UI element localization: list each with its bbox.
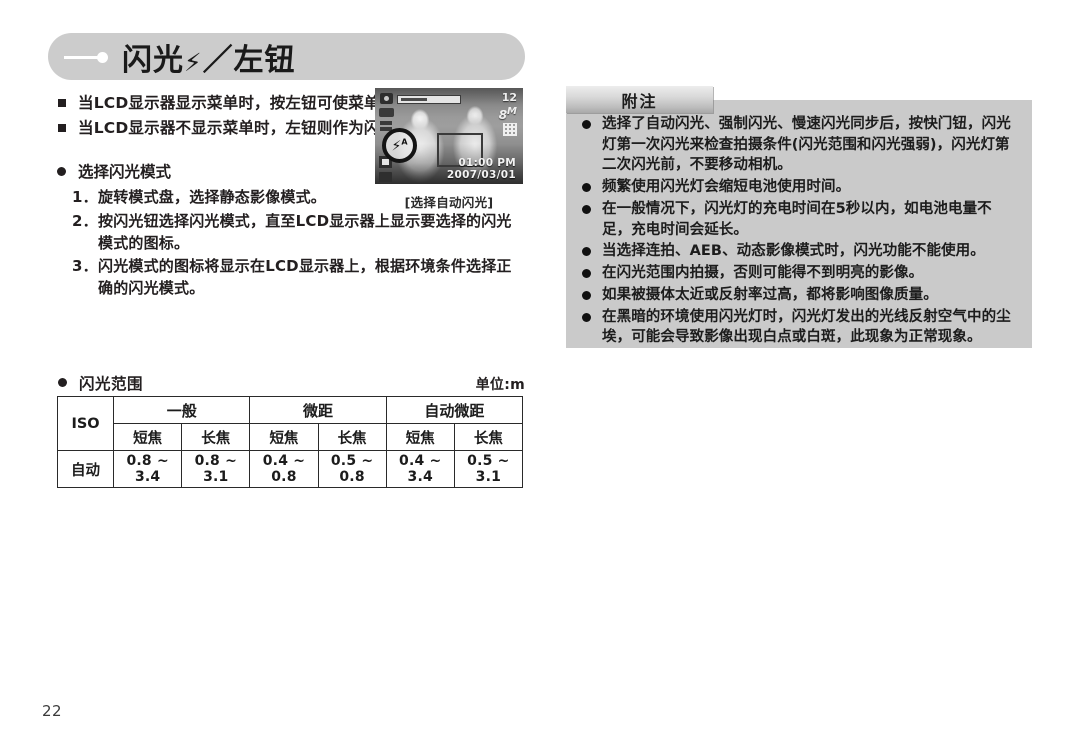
round-bullet-icon: [582, 269, 591, 279]
page-title-suffix: ／左钮: [202, 42, 296, 78]
table-cell-value: 0.5 ~ 0.8: [317, 450, 387, 488]
list-item: 在闪光范围内拍摄，否则可能得不到明亮的影像。: [578, 263, 1020, 284]
table-header-group: 自动微距: [385, 396, 524, 424]
square-bullet-icon: [58, 99, 66, 107]
table-header-iso: ISO: [56, 396, 115, 451]
battery-icon: [379, 108, 394, 117]
camera-mode-icon: [380, 93, 393, 104]
page-title: 闪光⚡／左钮: [122, 35, 296, 79]
auto-flash-icon: ⚡A: [391, 137, 408, 154]
section-heading-text: 选择闪光模式: [78, 163, 172, 181]
table-subheader: 短焦: [385, 423, 455, 451]
notes-tab-label: 附注: [621, 91, 658, 111]
header-lead-dot: [97, 51, 108, 63]
flash-range-heading-text: 闪光范围: [79, 375, 144, 393]
round-bullet-icon: [582, 312, 591, 322]
page-number: 22: [42, 702, 63, 720]
menu-lines-icon: [380, 121, 392, 125]
table-cell-value: 0.5 ~ 3.1: [453, 450, 524, 488]
round-bullet-icon: [582, 204, 591, 214]
step-number: 3．: [72, 257, 98, 276]
drive-mode-icon: [379, 172, 392, 182]
auto-flash-letter: A: [401, 137, 408, 147]
round-bullet-icon: [582, 120, 591, 129]
table-cell-value: 0.8 ~ 3.4: [113, 450, 183, 488]
list-item: 在一般情况下，闪光灯的充电时间在5秒以内，如电池电量不足，充电时间会延长。: [578, 199, 1020, 240]
lcd-screen-preview: 12 8M 01:00 PM 2007/03/01 ⚡A: [375, 88, 523, 184]
zoom-bar-icon: [397, 95, 461, 104]
round-bullet-icon: [58, 378, 67, 387]
table-subheader: 短焦: [113, 423, 183, 451]
table-subheader-row: 短焦 长焦 短焦 长焦 短焦 长焦: [58, 423, 524, 451]
step-text: 旋转模式盘，选择静态影像模式。: [98, 188, 327, 206]
table-cell-iso: 自动: [56, 450, 115, 488]
notes-panel: 选择了自动闪光、强制闪光、慢速闪光同步后，按快门钮，闪光灯第一次闪光来检查拍摄条…: [566, 100, 1032, 348]
list-item: 频繁使用闪光灯会缩短电池使用时间。: [578, 177, 1020, 198]
table-cell-value: 0.8 ~ 3.1: [181, 450, 251, 488]
note-text: 如果被摄体太近或反射率过高，都将影响图像质量。: [602, 286, 938, 303]
table-subheader: 长焦: [181, 423, 251, 451]
table-row: 自动 0.8 ~ 3.4 0.8 ~ 3.1 0.4 ~ 0.8 0.5 ~ 0…: [56, 450, 524, 488]
lcd-time-stamp: 01:00 PM: [458, 157, 516, 169]
note-text: 在黑暗的环境使用闪光灯时，闪光灯发出的光线反射空气中的尘埃，可能会导致影像出现白…: [602, 308, 1011, 346]
step-text: 按闪光钮选择闪光模式，直至LCD显示器上显示要选择的闪光模式的图标。: [98, 211, 512, 252]
notes-tab-header: 附注: [566, 86, 713, 113]
auto-flash-highlight-circle: ⚡A: [382, 128, 417, 163]
list-item: 在黑暗的环境使用闪光灯时，闪光灯发出的光线反射空气中的尘埃，可能会导致影像出现白…: [578, 307, 1020, 348]
notes-list: 选择了自动闪光、强制闪光、慢速闪光同步后，按快门钮，闪光灯第一次闪光来检查拍摄条…: [578, 114, 1020, 349]
table-subheader: 长焦: [453, 423, 524, 451]
resolution-value: 8: [498, 108, 508, 122]
table-cell-value: 0.4 ~ 3.4: [385, 450, 455, 488]
resolution-indicator: 8M: [499, 106, 517, 122]
round-bullet-icon: [582, 290, 591, 300]
shots-remaining-count: 12: [501, 91, 517, 104]
page-title-prefix: 闪光: [122, 42, 184, 78]
quality-grid-icon: [503, 123, 517, 136]
note-text: 在一般情况下，闪光灯的充电时间在5秒以内，如电池电量不足，充电时间会延长。: [602, 200, 992, 238]
step-text: 闪光模式的图标将显示在LCD显示器上，根据环境条件选择正确的闪光模式。: [98, 257, 512, 297]
table-header-row: ISO 一般 微距 自动微距: [56, 396, 524, 451]
table-cell-value: 0.4 ~ 0.8: [249, 450, 319, 488]
lcd-date-stamp: 2007/03/01: [446, 169, 516, 181]
list-item: 如果被摄体太近或反射率过高，都将影响图像质量。: [578, 285, 1020, 306]
note-text: 频繁使用闪光灯会缩短电池使用时间。: [602, 179, 851, 196]
list-item: 3． 闪光模式的图标将显示在LCD显示器上，根据环境条件选择正确的闪光模式。: [72, 256, 526, 300]
flash-range-table: ISO 一般 微距 自动微距 短焦 长焦 短焦 长焦 短焦 长焦 自动 0.8 …: [56, 396, 524, 488]
table-header-group: 一般: [113, 396, 251, 424]
round-bullet-icon: [582, 247, 591, 257]
note-text: 当选择连拍、AEB、动态影像模式时，闪光功能不能使用。: [602, 243, 985, 260]
step-number: 1．: [72, 188, 98, 206]
page-header-banner: 闪光⚡／左钮: [48, 33, 525, 80]
step-number: 2．: [72, 211, 98, 230]
flash-range-unit-label: 单位:m: [475, 377, 525, 393]
note-text: 选择了自动闪光、强制闪光、慢速闪光同步后，按快门钮，闪光灯第一次闪光来检查拍摄条…: [602, 116, 1011, 174]
table-subheader: 短焦: [249, 423, 319, 451]
figure-caption: [选择自动闪光]: [404, 195, 494, 210]
header-lead-icon: [64, 51, 112, 63]
round-bullet-icon: [582, 183, 591, 193]
list-item: 当选择连拍、AEB、动态影像模式时，闪光功能不能使用。: [578, 241, 1020, 262]
square-bullet-icon: [58, 124, 66, 132]
table-subheader: 长焦: [317, 423, 387, 451]
camera-lcd-figure: 12 8M 01:00 PM 2007/03/01 ⚡A [选择自动闪光]: [375, 88, 523, 211]
flash-range-heading: 闪光范围: [57, 372, 143, 394]
round-bullet-icon: [57, 167, 66, 176]
resolution-unit: M: [507, 106, 517, 117]
flash-bolt-icon: ⚡: [184, 47, 203, 77]
list-item: 2． 按闪光钮选择闪光模式，直至LCD显示器上显示要选择的闪光模式的图标。: [72, 211, 526, 255]
list-item: 选择了自动闪光、强制闪光、慢速闪光同步后，按快门钮，闪光灯第一次闪光来检查拍摄条…: [578, 114, 1020, 176]
header-lead-bar: [64, 55, 100, 59]
table-header-group: 微距: [249, 396, 387, 424]
note-text: 在闪光范围内拍摄，否则可能得不到明亮的影像。: [602, 265, 924, 282]
